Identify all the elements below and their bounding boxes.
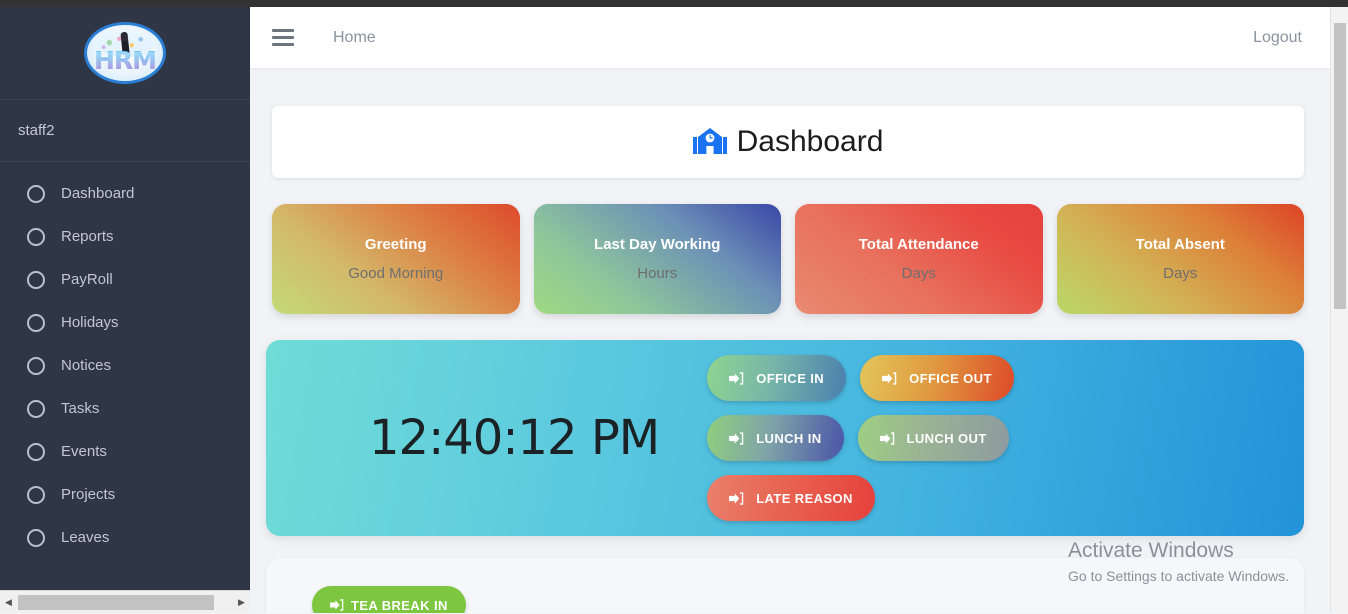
button-label: TEA BREAK IN <box>351 597 448 613</box>
button-label: LUNCH OUT <box>906 430 987 446</box>
circle-icon <box>27 485 45 504</box>
stat-title: Total Attendance <box>858 236 979 253</box>
sidebar-item-label: Projects <box>61 486 116 503</box>
scrollbar-thumb[interactable] <box>18 594 214 610</box>
sidebar-item-label: PayRoll <box>61 271 113 288</box>
main-content: Dashboard Greeting Good Morning Last Day… <box>250 68 1330 613</box>
logo-text: HRM <box>93 45 157 75</box>
sidebar-nav: Dashboard Reports PayRoll Holidays Notic… <box>0 162 250 559</box>
lunch-out-button[interactable]: LUNCH OUT <box>857 415 1009 461</box>
sidebar-item-events[interactable]: Events <box>0 430 250 473</box>
logo-oval-icon: HRM <box>84 22 166 84</box>
circle-icon <box>27 356 45 375</box>
stat-card-last-day-working: Last Day Working Hours <box>533 204 781 314</box>
button-label: OFFICE IN <box>756 370 825 386</box>
sidebar-item-leaves[interactable]: Leaves <box>0 516 250 559</box>
sidebar-item-dashboard[interactable]: Dashboard <box>0 172 250 215</box>
sidebar-scrollbar-horizontal[interactable]: ◀ ▶ <box>0 590 250 613</box>
sidebar-item-payroll[interactable]: PayRoll <box>0 258 250 301</box>
sidebar-item-label: Notices <box>61 357 112 374</box>
sidebar-item-label: Leaves <box>61 529 110 546</box>
office-out-button[interactable]: OFFICE OUT <box>860 355 1014 401</box>
stat-title: Last Day Working <box>594 236 721 253</box>
page-title-card: Dashboard <box>272 106 1304 178</box>
sidebar-user: staff2 <box>0 100 250 162</box>
attendance-actions: OFFICE IN OFFICE OUT LUNCH IN LUNCH OUT … <box>707 355 1127 521</box>
stat-value: Hours <box>637 265 678 282</box>
stat-card-total-absent: Total Absent Days <box>1056 204 1304 314</box>
hamburger-bar <box>272 36 294 39</box>
sign-in-icon <box>729 491 744 505</box>
circle-icon <box>27 313 45 332</box>
bank-building-icon <box>692 128 727 154</box>
top-navbar: Home Logout <box>250 7 1330 68</box>
breadcrumb-home[interactable]: Home <box>333 29 376 47</box>
sidebar-item-label: Holidays <box>61 314 119 331</box>
stat-value: Days <box>1163 265 1198 282</box>
stat-value: Days <box>901 265 936 282</box>
stat-title: Greeting <box>364 236 427 253</box>
stat-card-greeting: Greeting Good Morning <box>272 204 520 314</box>
sign-in-icon <box>729 431 744 445</box>
username-label: staff2 <box>18 122 55 139</box>
stat-value: Good Morning <box>348 265 444 282</box>
sidebar-item-tasks[interactable]: Tasks <box>0 387 250 430</box>
scroll-left-arrow-icon[interactable]: ◀ <box>0 591 17 614</box>
stats-row: Greeting Good Morning Last Day Working H… <box>272 204 1304 314</box>
hamburger-bar <box>272 29 294 32</box>
logout-link[interactable]: Logout <box>1253 29 1302 47</box>
button-label: LATE REASON <box>756 490 853 506</box>
hamburger-bar <box>272 43 294 46</box>
sidebar-item-label: Reports <box>61 228 114 245</box>
stat-title: Total Absent <box>1135 236 1225 253</box>
sidebar-item-label: Dashboard <box>61 185 135 202</box>
lunch-in-button[interactable]: LUNCH IN <box>707 415 844 461</box>
scroll-right-arrow-icon[interactable]: ▶ <box>233 591 250 614</box>
sign-in-icon <box>879 431 894 445</box>
sidebar-item-label: Events <box>61 443 107 460</box>
page-scrollbar-vertical[interactable] <box>1330 7 1348 613</box>
circle-icon <box>27 399 45 418</box>
sign-in-icon <box>729 371 744 385</box>
circle-icon <box>27 184 45 203</box>
button-label: OFFICE OUT <box>909 370 992 386</box>
page-title: Dashboard <box>692 125 884 159</box>
late-reason-button[interactable]: LATE REASON <box>707 475 875 521</box>
scrollbar-thumb[interactable] <box>1334 23 1346 309</box>
button-label: LUNCH IN <box>756 430 822 446</box>
break-panel: TEA BREAK IN <box>266 558 1304 613</box>
sidebar: HRM staff2 Dashboard Reports PayRoll Hol… <box>0 7 250 590</box>
os-top-strip <box>0 0 1348 7</box>
circle-icon <box>27 227 45 246</box>
sidebar-item-reports[interactable]: Reports <box>0 215 250 258</box>
attendance-panel: 12:40:12 PM OFFICE IN OFFICE OUT LUNCH I… <box>266 340 1304 536</box>
circle-icon <box>27 528 45 547</box>
office-in-button[interactable]: OFFICE IN <box>707 355 847 401</box>
hamburger-icon[interactable] <box>272 29 294 46</box>
clock-time: 12:40:12 PM <box>369 410 660 466</box>
sidebar-item-notices[interactable]: Notices <box>0 344 250 387</box>
circle-icon <box>27 442 45 461</box>
tea-break-in-button[interactable]: TEA BREAK IN <box>312 586 466 613</box>
sidebar-item-projects[interactable]: Projects <box>0 473 250 516</box>
circle-icon <box>27 270 45 289</box>
stat-card-total-attendance: Total Attendance Days <box>795 204 1043 314</box>
sign-in-icon <box>330 599 344 611</box>
sidebar-item-label: Tasks <box>61 400 100 417</box>
sign-in-icon <box>882 371 897 385</box>
brand-logo[interactable]: HRM <box>0 7 250 100</box>
sidebar-item-holidays[interactable]: Holidays <box>0 301 250 344</box>
page-title-text: Dashboard <box>736 125 884 158</box>
